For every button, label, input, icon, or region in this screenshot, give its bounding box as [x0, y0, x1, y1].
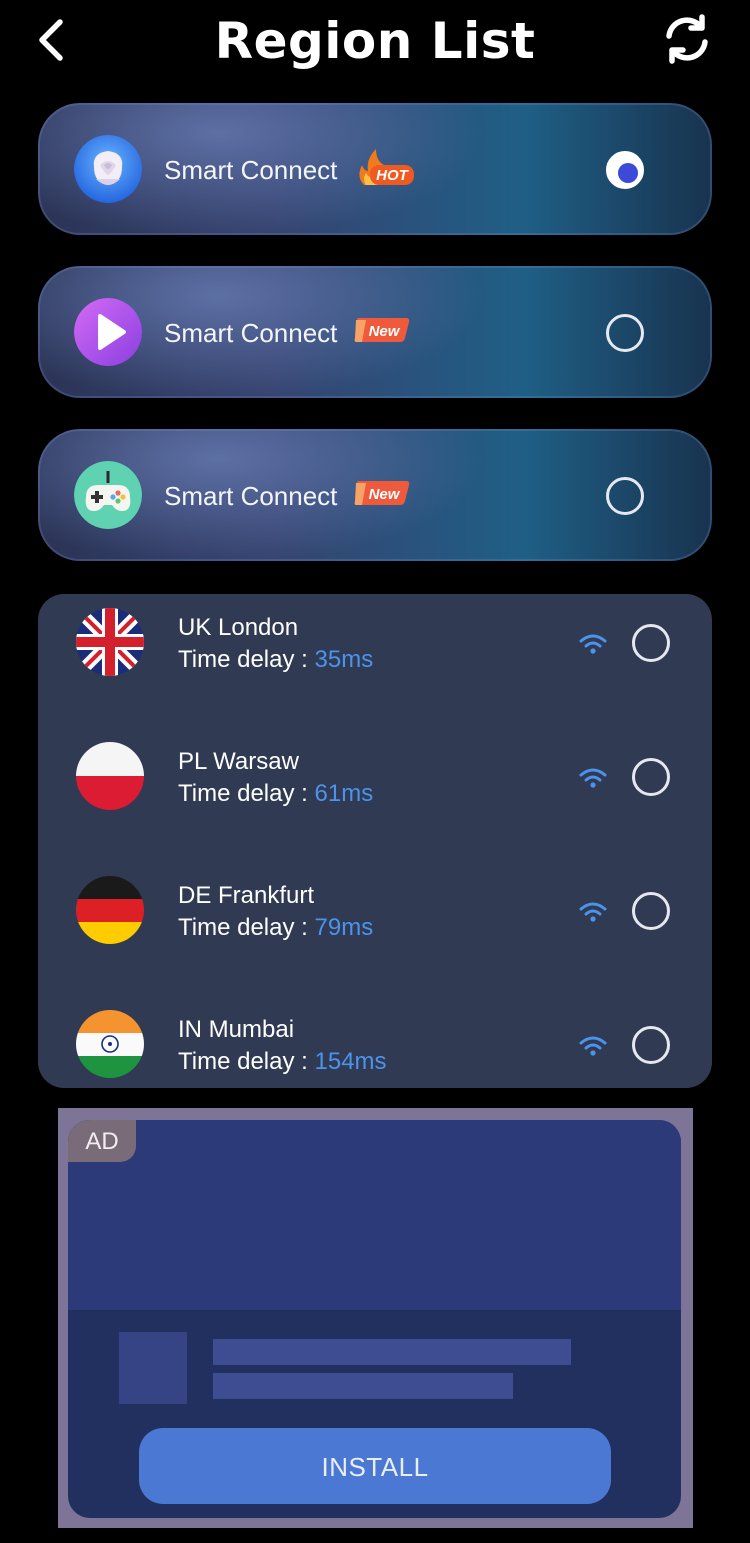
new-badge: New: [352, 312, 412, 354]
smart-connect-radio[interactable]: [606, 477, 644, 515]
india-flag-icon: [76, 1010, 144, 1078]
smart-connect-card[interactable]: Smart Connect New: [38, 266, 712, 398]
region-radio[interactable]: [632, 624, 670, 662]
svg-text:New: New: [369, 323, 401, 340]
smart-connect-card[interactable]: Smart Connect HOT: [38, 103, 712, 235]
smart-connect-card[interactable]: Smart Connect New: [38, 429, 712, 561]
region-name: PL Warsaw: [178, 748, 299, 775]
ad-banner[interactable]: AD INSTALL: [58, 1108, 693, 1528]
region-radio[interactable]: [632, 892, 670, 930]
page-title: Region List: [214, 12, 536, 70]
time-delay: Time delay : 61ms: [178, 780, 374, 807]
delay-value: 61ms: [314, 780, 374, 807]
region-row-in-mumbai[interactable]: IN Mumbai Time delay : 154ms: [38, 996, 712, 1106]
region-row-uk-london[interactable]: UK London Time delay : 35ms: [38, 594, 712, 704]
ad-thumbnail-placeholder: [119, 1332, 187, 1404]
svg-text:HOT: HOT: [376, 167, 410, 184]
germany-flag-icon: [76, 876, 144, 944]
region-list-panel: UK London Time delay : 35ms PL Warsaw Ti…: [38, 594, 712, 1088]
region-row-pl-warsaw[interactable]: PL Warsaw Time delay : 61ms: [38, 728, 712, 838]
delay-value: 79ms: [314, 914, 374, 941]
region-name: DE Frankfurt: [178, 882, 315, 909]
refresh-button[interactable]: [660, 12, 714, 66]
region-radio[interactable]: [632, 758, 670, 796]
smart-connect-label: Smart Connect: [164, 155, 338, 185]
uk-flag-icon: [76, 608, 144, 676]
wifi-signal-icon: [579, 1036, 607, 1056]
header: Region List: [0, 0, 750, 85]
ad-text-placeholder: [213, 1339, 571, 1365]
region-name: IN Mumbai: [178, 1016, 295, 1043]
hot-badge: HOT: [354, 147, 416, 189]
smart-connect-label: Smart Connect: [164, 318, 338, 348]
smart-connect-label: Smart Connect: [164, 481, 338, 511]
poland-flag-icon: [76, 742, 144, 810]
time-delay: Time delay : 35ms: [178, 646, 374, 673]
refresh-icon: [666, 14, 708, 64]
svg-text:New: New: [369, 486, 401, 503]
time-delay: Time delay : 79ms: [178, 914, 374, 941]
rose-icon: [74, 135, 142, 203]
play-icon: [74, 298, 142, 366]
ad-badge: AD: [68, 1120, 136, 1162]
region-row-de-frankfurt[interactable]: DE Frankfurt Time delay : 79ms: [38, 862, 712, 972]
delay-value: 154ms: [314, 1048, 387, 1075]
time-delay: Time delay : 154ms: [178, 1048, 387, 1075]
install-button[interactable]: INSTALL: [139, 1428, 611, 1504]
wifi-signal-icon: [579, 634, 607, 654]
wifi-signal-icon: [579, 902, 607, 922]
region-name: UK London: [178, 614, 299, 641]
ad-content: AD INSTALL: [68, 1120, 681, 1518]
wifi-signal-icon: [579, 768, 607, 788]
gamepad-icon: [74, 461, 142, 529]
ad-text-placeholder: [213, 1373, 513, 1399]
region-radio[interactable]: [632, 1026, 670, 1064]
smart-connect-radio[interactable]: [606, 151, 644, 189]
ad-media-placeholder: [68, 1120, 681, 1310]
smart-connect-radio[interactable]: [606, 314, 644, 352]
new-badge: New: [352, 475, 412, 517]
delay-value: 35ms: [314, 646, 374, 673]
